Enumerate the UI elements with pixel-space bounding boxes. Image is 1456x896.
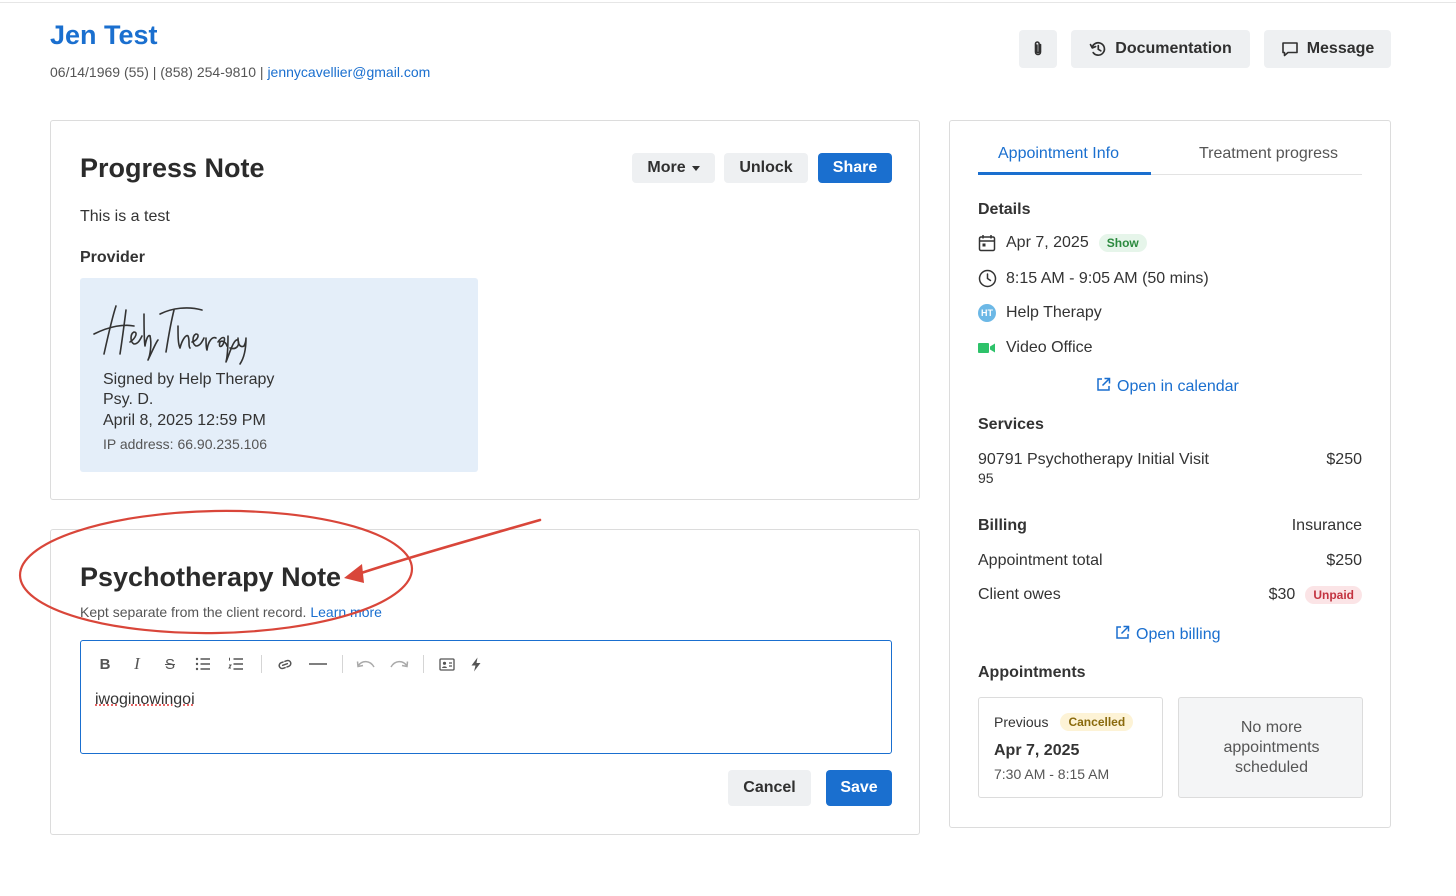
open-billing-link[interactable]: Open billing — [1115, 625, 1221, 645]
numbered-list-icon[interactable] — [226, 653, 246, 675]
cancelled-badge: Cancelled — [1060, 713, 1134, 731]
appointment-total-label: Appointment total — [978, 552, 1103, 569]
strikethrough-icon[interactable]: S — [160, 653, 180, 675]
signed-date: April 8, 2025 12:59 PM — [103, 412, 266, 429]
share-button[interactable]: Share — [818, 153, 892, 183]
save-button[interactable]: Save — [826, 770, 892, 806]
open-calendar-link[interactable]: Open in calendar — [1096, 377, 1239, 397]
psychotherapy-note-card: Psychotherapy Note Kept separate from th… — [50, 529, 920, 835]
services-heading: Services — [978, 416, 1044, 433]
more-label: More — [647, 159, 686, 176]
details-heading: Details — [978, 201, 1031, 218]
undo-icon[interactable] — [355, 653, 377, 675]
appointment-date: Apr 7, 2025 — [1006, 234, 1089, 251]
client-name[interactable]: Jen Test — [50, 20, 158, 51]
active-tab-indicator — [978, 172, 1151, 175]
editor-content[interactable]: iwoginowingoi — [95, 691, 195, 709]
client-owes-row: $30 Unpaid — [1269, 586, 1362, 604]
psychotherapy-note-title: Psychotherapy Note — [80, 562, 342, 592]
client-owes-label: Client owes — [978, 586, 1061, 603]
provider-name[interactable]: Help Therapy — [1006, 304, 1102, 322]
message-label: Message — [1306, 40, 1375, 57]
clock-icon — [978, 269, 998, 288]
signature-box: Signed by Help Therapy Psy. D. April 8, … — [80, 278, 478, 472]
billing-heading: Billing — [978, 517, 1027, 534]
calendar-icon — [978, 234, 998, 252]
appointments-heading: Appointments — [978, 664, 1086, 681]
toolbar-separator — [342, 655, 343, 673]
progress-note-card: Progress Note More Unlock Share This is … — [50, 120, 920, 500]
cancel-button[interactable]: Cancel — [728, 770, 811, 806]
client-meta: 06/14/1969 (55) | (858) 254-9810 | jenny… — [50, 64, 430, 80]
paperclip-icon — [1030, 40, 1046, 58]
history-icon — [1089, 40, 1107, 58]
learn-more-link[interactable]: Learn more — [310, 604, 382, 620]
bullet-list-icon[interactable] — [193, 653, 213, 675]
redo-icon[interactable] — [388, 653, 410, 675]
service-name: 90791 Psychotherapy Initial Visit — [978, 451, 1209, 468]
contact-card-icon[interactable] — [436, 653, 458, 675]
billing-type: Insurance — [1291, 517, 1362, 534]
client-meta-text: 06/14/1969 (55) | (858) 254-9810 | — [50, 64, 268, 80]
video-camera-icon — [978, 342, 998, 354]
lightning-icon[interactable] — [465, 653, 487, 675]
previous-header: Previous Cancelled — [994, 713, 1134, 731]
appointment-time-row: 8:15 AM - 9:05 AM (50 mins) — [978, 269, 1209, 288]
appointment-panel: Appointment Info Treatment progress Deta… — [949, 120, 1391, 828]
unlock-button[interactable]: Unlock — [724, 153, 808, 183]
progress-note-title: Progress Note — [80, 153, 265, 183]
italic-icon[interactable]: I — [127, 653, 147, 675]
toolbar-separator — [261, 655, 262, 673]
location-name: Video Office — [1006, 339, 1093, 356]
unpaid-badge: Unpaid — [1305, 586, 1362, 604]
client-owes-amount: $30 — [1268, 586, 1296, 603]
external-link-icon — [1115, 625, 1136, 645]
top-divider — [0, 2, 1456, 3]
appointment-date-row: Apr 7, 2025 Show — [978, 234, 1147, 252]
previous-appointment-card[interactable]: Previous Cancelled Apr 7, 2025 7:30 AM -… — [978, 697, 1163, 798]
message-icon — [1281, 40, 1299, 58]
attachment-button[interactable] — [1019, 30, 1057, 68]
progress-note-body: This is a test — [80, 208, 170, 225]
client-email-link[interactable]: jennycavellier@gmail.com — [267, 64, 430, 80]
signer-credential: Psy. D. — [103, 391, 154, 408]
previous-time: 7:30 AM - 8:15 AM — [994, 766, 1110, 782]
location-row: Video Office — [978, 339, 1093, 357]
appointment-total: $250 — [1326, 552, 1362, 569]
bold-icon[interactable]: B — [95, 653, 115, 675]
open-calendar-label: Open in calendar — [1117, 378, 1239, 395]
provider-heading: Provider — [80, 249, 145, 266]
subtitle-text: Kept separate from the client record. — [80, 604, 307, 620]
tab-appointment-info[interactable]: Appointment Info — [998, 145, 1119, 163]
documentation-label: Documentation — [1115, 40, 1232, 57]
provider-row: HT Help Therapy — [978, 304, 1102, 322]
message-button[interactable]: Message — [1264, 30, 1391, 68]
previous-label: Previous — [994, 714, 1049, 730]
more-button[interactable]: More — [632, 153, 715, 183]
no-more-appointments-text: No more appointments scheduled — [1223, 719, 1320, 776]
external-link-icon — [1096, 377, 1117, 397]
handwritten-signature — [90, 296, 250, 371]
appointment-time: 8:15 AM - 9:05 AM (50 mins) — [1006, 269, 1209, 287]
signer-ip: IP address: 66.90.235.106 — [103, 436, 267, 452]
horizontal-rule-icon[interactable] — [307, 653, 329, 675]
provider-avatar: HT — [978, 304, 998, 322]
previous-date: Apr 7, 2025 — [994, 742, 1080, 759]
caret-down-icon — [691, 165, 700, 171]
service-code: 95 — [978, 470, 994, 486]
service-price: $250 — [1326, 451, 1362, 468]
psychotherapy-note-subtitle: Kept separate from the client record. Le… — [80, 604, 382, 620]
signed-by: Signed by Help Therapy — [103, 371, 275, 388]
no-more-appointments-card: No more appointments scheduled — [1178, 697, 1363, 798]
tab-treatment-progress[interactable]: Treatment progress — [1199, 145, 1338, 163]
status-badge: Show — [1098, 234, 1147, 252]
documentation-button[interactable]: Documentation — [1071, 30, 1250, 68]
toolbar-separator — [423, 655, 424, 673]
link-icon[interactable] — [274, 653, 296, 675]
provider-initials: HT — [978, 304, 996, 322]
open-billing-label: Open billing — [1136, 626, 1221, 643]
rich-text-editor[interactable]: B I S iwoginowingoi — [80, 640, 892, 754]
